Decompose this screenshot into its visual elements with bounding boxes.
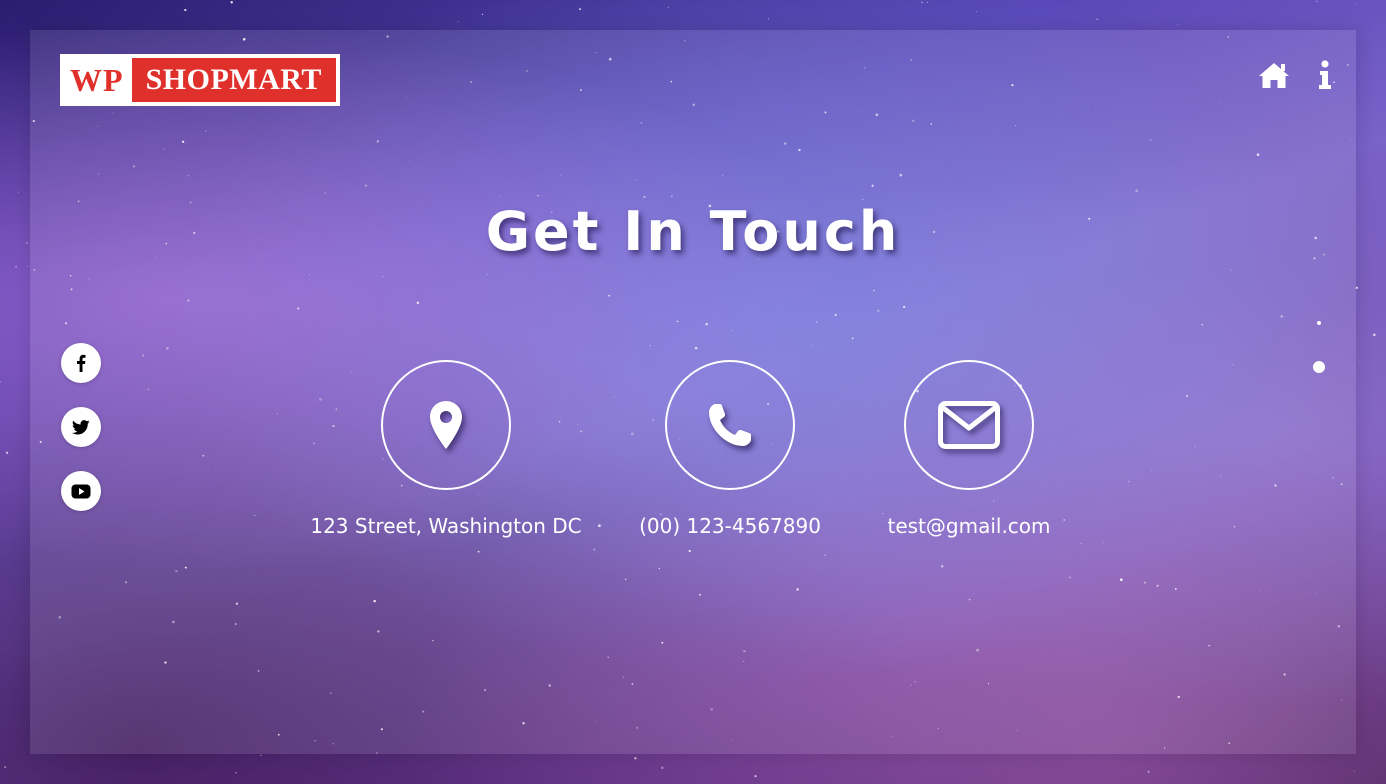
pagination-dot-active[interactable]	[1313, 361, 1325, 373]
page-title: Get In Touch	[485, 200, 901, 263]
map-pin-icon	[430, 401, 462, 449]
youtube-icon	[71, 484, 91, 498]
phone-text: (00) 123-4567890	[639, 514, 821, 538]
pagination-dot[interactable]	[1317, 321, 1321, 325]
logo-prefix: WP	[70, 61, 124, 98]
logo-name: SHOPMART	[131, 58, 336, 102]
info-icon[interactable]	[1318, 60, 1332, 90]
phone-icon	[709, 404, 751, 446]
contact-email: test@gmail.com	[869, 360, 1069, 538]
social-links	[61, 343, 101, 511]
twitter-link[interactable]	[61, 407, 101, 447]
home-icon[interactable]	[1258, 61, 1290, 89]
site-logo[interactable]: WP SHOPMART	[60, 54, 340, 106]
twitter-icon	[72, 419, 90, 434]
address-text: 123 Street, Washington DC	[310, 514, 582, 538]
youtube-link[interactable]	[61, 471, 101, 511]
email-text: test@gmail.com	[887, 514, 1051, 538]
contact-phone: (00) 123-4567890	[610, 360, 850, 538]
phone-icon-circle	[665, 360, 795, 490]
facebook-icon	[77, 354, 86, 372]
contact-address: 123 Street, Washington DC	[296, 360, 596, 538]
address-icon-circle	[381, 360, 511, 490]
email-icon-circle	[904, 360, 1034, 490]
envelope-icon	[938, 401, 1000, 449]
facebook-link[interactable]	[61, 343, 101, 383]
header-icons	[1258, 60, 1332, 90]
